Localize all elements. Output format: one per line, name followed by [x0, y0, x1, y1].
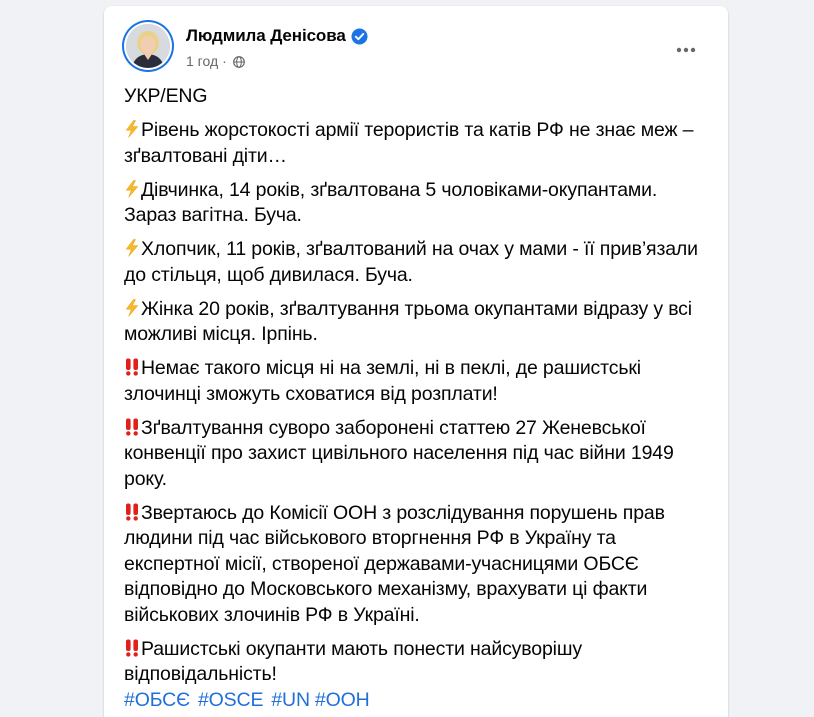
paragraph-text: Хлопчик, 11 років, зґвалтований на очах … — [124, 238, 698, 286]
post-paragraph: Немає такого місця ні на землі, ні в пек… — [124, 356, 714, 407]
post-paragraph: Жінка 20 років, зґвалтування трьома окуп… — [124, 297, 714, 348]
author-avatar[interactable] — [122, 20, 174, 72]
post-paragraph: Рашистські окупанти мають понести найсув… — [124, 637, 714, 688]
paragraph-text: Рівень жорстокості армії терористів та к… — [124, 119, 694, 167]
post-paragraph: Дівчинка, 14 років, зґвалтована 5 чолові… — [124, 178, 714, 229]
high-voltage-icon — [124, 120, 140, 138]
post-paragraph: Звертаюсь до Комісії ООН з розслідування… — [124, 501, 714, 629]
hashtag-link[interactable]: #UN — [271, 688, 310, 714]
post-paragraph: Рівень жорстокості армії терористів та к… — [124, 118, 714, 169]
avatar-photo — [126, 24, 170, 68]
hashtag-link[interactable]: #ООН — [315, 688, 370, 714]
paragraph-text: Рашистські окупанти мають понести найсув… — [124, 637, 582, 686]
double-exclamation-icon — [124, 358, 140, 376]
double-exclamation-icon — [124, 418, 140, 436]
meta-separator: · — [222, 53, 227, 69]
more-horizontal-icon — [676, 47, 696, 53]
hashtag-link[interactable]: #ОБСЄ — [124, 688, 190, 714]
post-body: УКР/ENG Рівень жорстокості армії терорист… — [124, 84, 714, 713]
verified-badge-icon — [351, 28, 368, 45]
post-header: Людмила Денісова 1 год · — [122, 20, 712, 78]
high-voltage-icon — [124, 239, 140, 257]
more-options-button[interactable] — [668, 32, 704, 68]
post-paragraph: УКР/ENG — [124, 84, 714, 110]
hashtag-list: #ОБСЄ #OSCE #UN #ООН — [124, 688, 714, 714]
post-paragraph: Зґвалтування суворо заборонені статтею 2… — [124, 416, 714, 493]
paragraph-text: Зґвалтування суворо заборонені статтею 2… — [124, 416, 674, 490]
author-name[interactable]: Людмила Денісова — [186, 26, 346, 46]
post-paragraph: Хлопчик, 11 років, зґвалтований на очах … — [124, 237, 714, 288]
paragraph-text: Жінка 20 років, зґвалтування трьома окуп… — [124, 297, 692, 346]
double-exclamation-icon — [124, 639, 140, 657]
paragraph-text: Дівчинка, 14 років, зґвалтована 5 чолові… — [124, 178, 658, 227]
post-card: Людмила Денісова 1 год · УКР/ENG Рівень … — [104, 6, 728, 717]
paragraph-text: Звертаюсь до Комісії ООН з розслідування… — [124, 501, 665, 626]
globe-icon[interactable] — [232, 55, 245, 68]
high-voltage-icon — [124, 298, 140, 317]
high-voltage-icon — [124, 179, 140, 198]
avatar-portrait-icon — [126, 24, 170, 68]
post-timestamp[interactable]: 1 год — [186, 53, 218, 69]
hashtag-link[interactable]: #OSCE — [198, 688, 264, 714]
paragraph-text: Немає такого місця ні на землі, ні в пек… — [124, 357, 641, 405]
post-meta: 1 год · — [186, 53, 245, 69]
paragraph-text: УКР/ENG — [124, 85, 208, 107]
double-exclamation-icon — [124, 503, 140, 521]
